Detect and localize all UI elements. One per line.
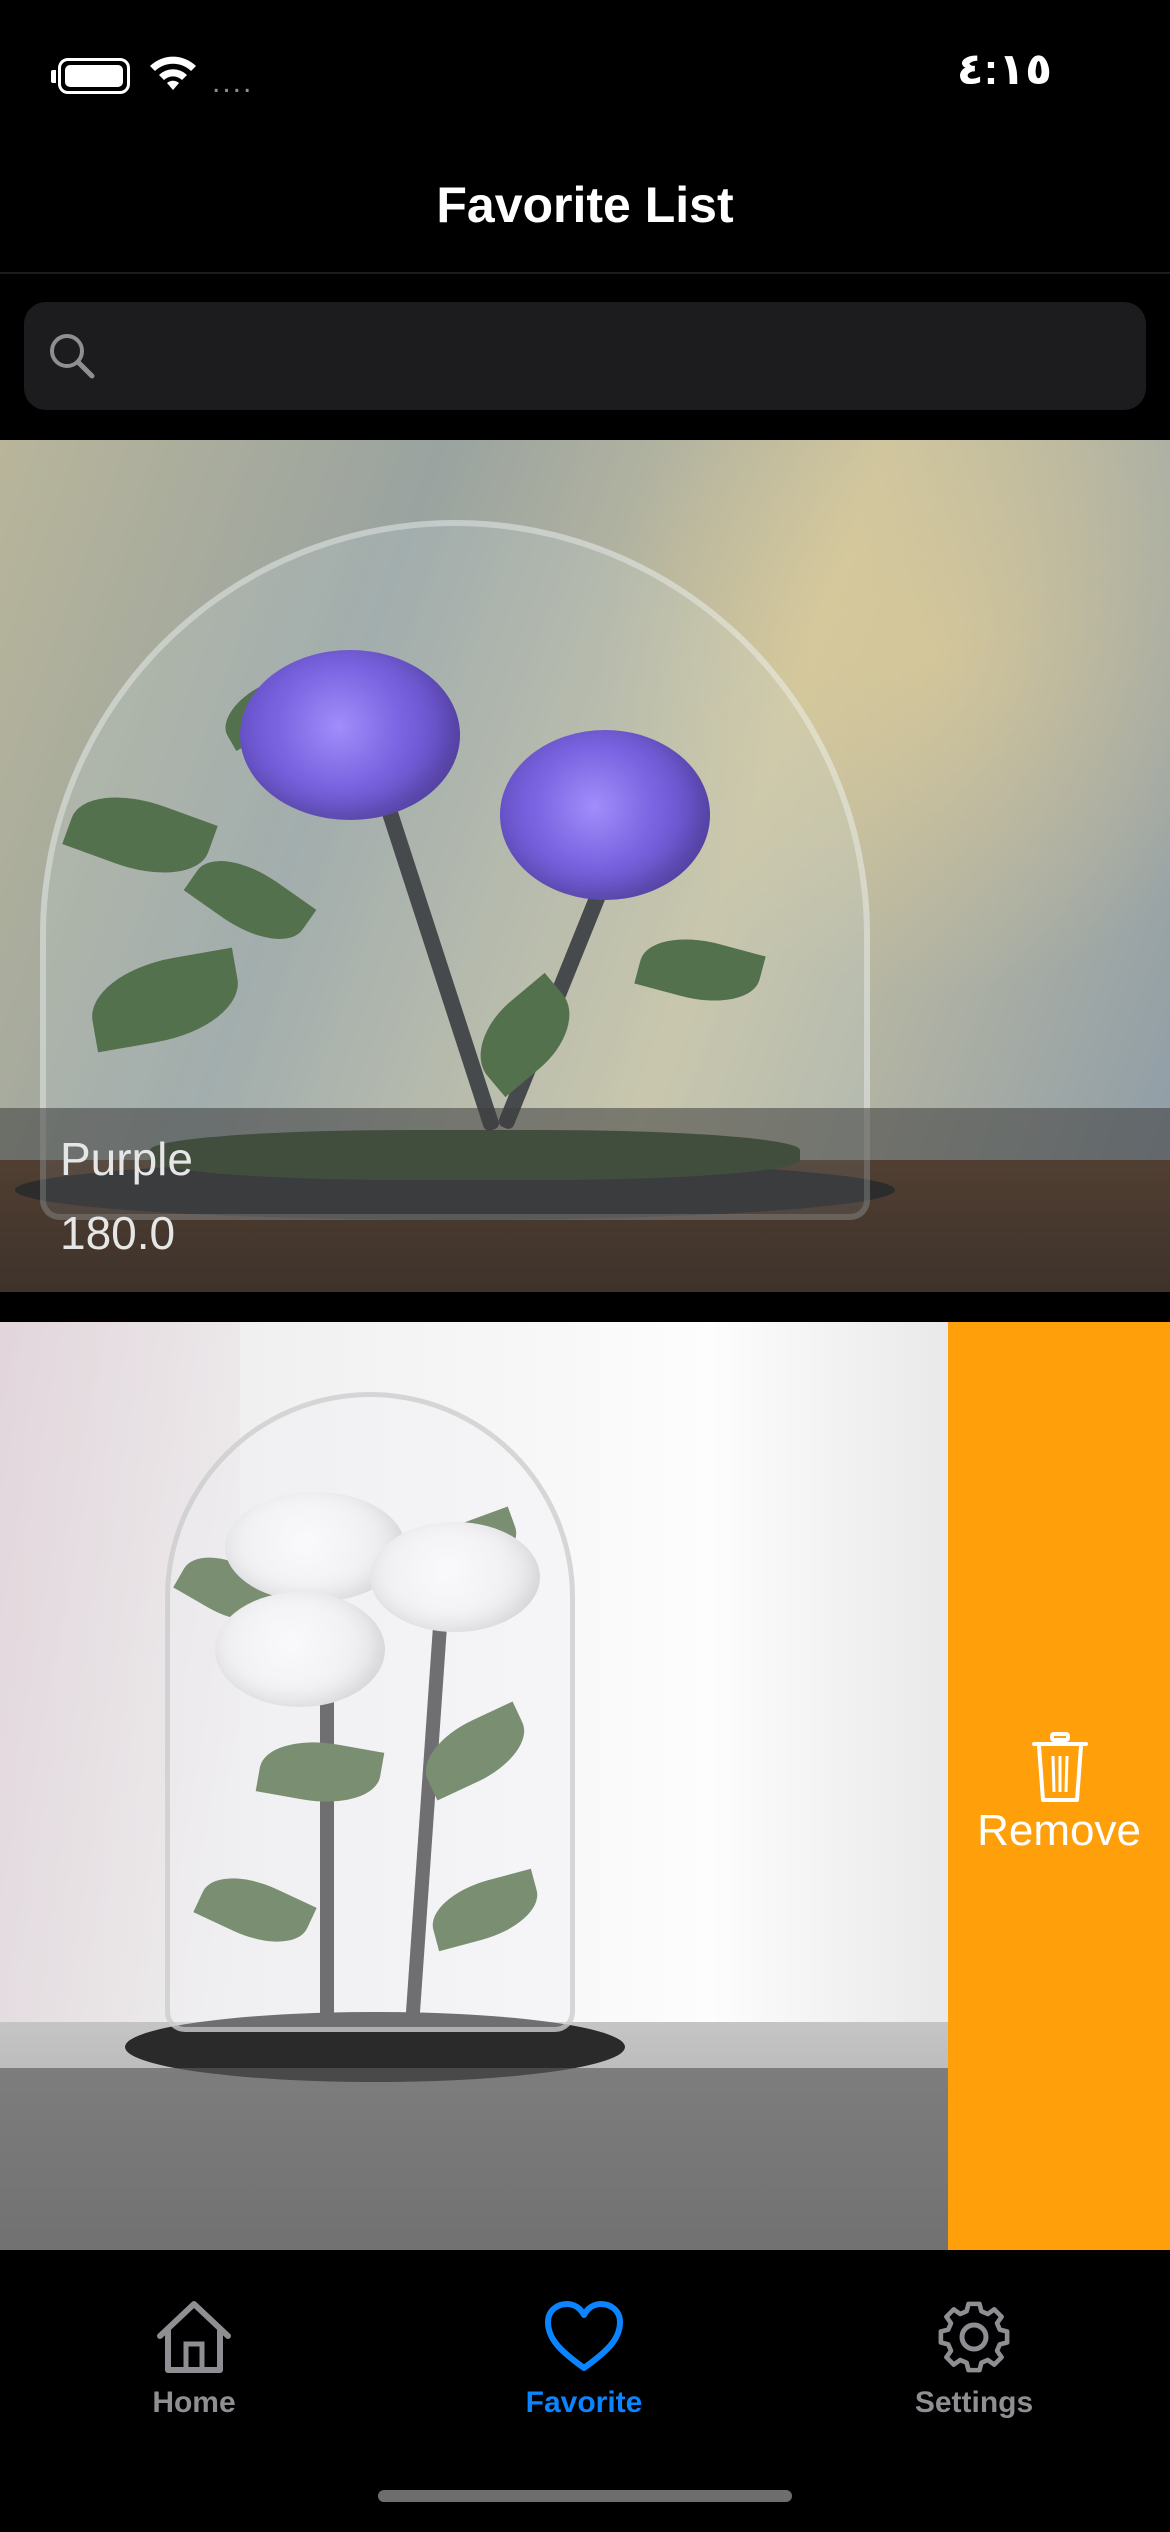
battery-icon	[51, 58, 130, 94]
nav-divider	[0, 272, 1170, 274]
tab-settings[interactable]: Settings	[824, 2298, 1124, 2448]
search-input[interactable]	[114, 302, 1126, 410]
search-icon	[50, 334, 95, 379]
remove-label: Remove	[977, 1806, 1141, 1855]
clock: ٤:١٥	[956, 45, 1052, 94]
signal-dots: ....	[212, 66, 254, 99]
wifi-icon	[150, 56, 196, 90]
page-title: Favorite List	[436, 177, 734, 233]
tab-label: Settings	[914, 2386, 1034, 2419]
trash-icon	[1032, 1732, 1088, 1802]
tab-home[interactable]: Home	[44, 2298, 344, 2448]
item-name: Purple	[60, 1133, 193, 1185]
item-price: 180.0	[60, 1207, 176, 1259]
heart-icon	[545, 2301, 623, 2371]
home-indicator	[378, 2490, 792, 2502]
tab-label: Favorite	[525, 2386, 643, 2419]
remove-button[interactable]: Remove	[948, 1322, 1170, 2282]
gear-icon	[938, 2301, 1010, 2373]
home-icon	[157, 2301, 231, 2373]
favorite-card[interactable]	[0, 1322, 948, 2250]
tab-label: Home	[152, 2386, 236, 2419]
tab-favorite[interactable]: Favorite	[434, 2298, 734, 2448]
status-bar: .... ٤:١٥	[0, 0, 1170, 140]
favorite-card[interactable]: Purple 180.0	[0, 440, 1170, 1292]
search-bar[interactable]	[24, 302, 1146, 410]
